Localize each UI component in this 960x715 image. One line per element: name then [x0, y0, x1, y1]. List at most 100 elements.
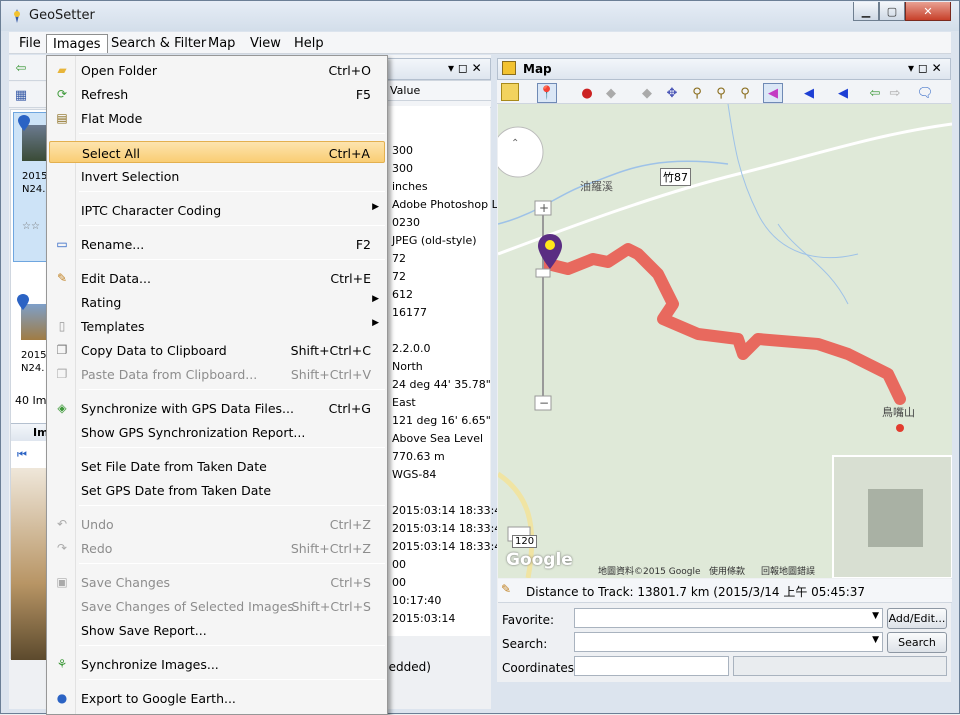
coordinates-field[interactable]	[574, 656, 729, 676]
thumbnail-item-1[interactable]: 2015 N24. ☆☆	[13, 112, 49, 262]
panel-controls-icon[interactable]: ▾ ◻ ✕	[908, 61, 942, 75]
menu-item-open-folder[interactable]: ▰ Open Folder Ctrl+O	[49, 59, 385, 81]
favorite-dropdown[interactable]: ▼	[574, 608, 883, 628]
back-arrow-icon[interactable]: ⇦	[11, 58, 31, 78]
view-mode-icon[interactable]: ▦	[11, 85, 31, 105]
menu-item-label: Show Save Report...	[81, 623, 207, 638]
zoom-icon[interactable]: ⚲	[735, 83, 755, 103]
property-value: 2.2.0.0	[392, 342, 431, 355]
comment-icon[interactable]: 🗨	[915, 83, 935, 103]
minimize-button[interactable]: ▁	[853, 2, 879, 21]
menu-item-label: Flat Mode	[81, 111, 143, 126]
menu-separator	[79, 133, 385, 134]
menu-item-show-gps-synchronization-report[interactable]: Show GPS Synchronization Report...	[49, 421, 385, 443]
menu-item-refresh[interactable]: ⟳ Refresh F5	[49, 83, 385, 105]
menu-item-set-gps-date-from-taken-date[interactable]: Set GPS Date from Taken Date	[49, 479, 385, 501]
property-value: 00	[392, 576, 406, 589]
menu-item-invert-selection[interactable]: Invert Selection	[49, 165, 385, 187]
paste-icon: ❐	[56, 367, 68, 381]
highway-shield: 120	[512, 535, 538, 548]
menu-item-show-save-report[interactable]: Show Save Report...	[49, 619, 385, 641]
menu-item-label: Synchronize Images...	[81, 657, 219, 672]
distance-text: Distance to Track: 13801.7 km (2015/3/14…	[526, 585, 866, 599]
marker-pin-icon[interactable]: 📍	[537, 83, 557, 103]
locate-icon[interactable]: ⚲	[687, 83, 707, 103]
menu-separator	[79, 645, 385, 646]
menu-search-filter[interactable]: Search & Filter	[105, 34, 212, 53]
menu-item-shortcut: Shift+Ctrl+V	[290, 367, 371, 382]
folder-icon: ▰	[57, 63, 67, 77]
zoom-slider-thumb[interactable]	[535, 268, 551, 278]
search-map-icon[interactable]: ⚲	[711, 83, 731, 103]
menu-item-synchronize-with-gps-data-files[interactable]: ◈ Synchronize with GPS Data Files... Ctrl+…	[49, 397, 385, 419]
menu-item-select-all[interactable]: Select All Ctrl+A	[49, 141, 385, 163]
menu-map[interactable]: Map	[202, 34, 241, 53]
menu-item-iptc-character-coding[interactable]: IPTC Character Coding ▶	[49, 199, 385, 221]
map-toolbar: 📍 ● ◆ ◆ ✥ ⚲ ⚲ ⚲ ◀ ◀ ◀ ⇦ ⇨ 🗨	[497, 80, 951, 104]
menu-item-label: Set GPS Date from Taken Date	[81, 483, 272, 498]
menu-item-synchronize-images[interactable]: ⚘ Synchronize Images...	[49, 653, 385, 675]
prev-track-icon[interactable]: ◀	[799, 83, 819, 103]
menu-item-label: Save Changes of Selected Images	[81, 599, 294, 614]
nav-forward-icon[interactable]: ⇨	[885, 83, 905, 103]
summit-marker-icon	[896, 424, 904, 432]
map-type-icon[interactable]	[501, 83, 519, 101]
menu-item-rename[interactable]: ▭ Rename... F2	[49, 233, 385, 255]
menu-separator	[79, 505, 385, 506]
menu-images[interactable]: Images	[46, 34, 108, 53]
pencil-icon[interactable]: ✎	[501, 582, 511, 596]
overview-viewport[interactable]	[868, 489, 923, 547]
menu-view[interactable]: View	[244, 34, 287, 53]
search-button[interactable]: Search	[887, 632, 947, 653]
submenu-arrow-icon: ▶	[372, 294, 379, 304]
set-pin-icon[interactable]: ◆	[601, 83, 621, 103]
terms-link[interactable]: 使用條款	[709, 564, 745, 577]
track-color-icon[interactable]: ◀	[763, 83, 783, 103]
menu-item-shortcut: Ctrl+E	[330, 271, 371, 286]
property-value: inches	[392, 180, 428, 193]
menu-item-label: Templates	[81, 319, 145, 334]
menu-file[interactable]: File	[13, 34, 47, 53]
report-error-link[interactable]: 回報地圖錯誤	[761, 564, 815, 577]
maximize-button[interactable]: ▢	[879, 2, 905, 21]
property-value: 72	[392, 252, 406, 265]
menu-item-templates[interactable]: ▯ Templates ▶	[49, 315, 385, 337]
property-value: WGS-84	[392, 468, 437, 481]
next-track-icon[interactable]: ◀	[833, 83, 853, 103]
menu-item-export-to-google-earth[interactable]: ● Export to Google Earth...	[49, 687, 385, 709]
menu-item-label: Redo	[81, 541, 113, 556]
red-pin-icon[interactable]: ●	[577, 83, 597, 103]
image-count: 40 Im	[15, 394, 47, 407]
menu-item-set-file-date-from-taken-date[interactable]: Set File Date from Taken Date	[49, 455, 385, 477]
menu-item-rating[interactable]: Rating ▶	[49, 291, 385, 313]
menu-item-flat-mode[interactable]: ▤ Flat Mode	[49, 107, 385, 129]
property-value: 770.63 m	[392, 450, 445, 463]
menu-item-edit-data[interactable]: ✎ Edit Data... Ctrl+E	[49, 267, 385, 289]
panel-controls-icon[interactable]: ▾ ◻ ✕	[448, 61, 482, 75]
nav-back-icon[interactable]: ⇦	[865, 83, 885, 103]
refresh-icon: ⟳	[56, 87, 68, 101]
menu-separator	[79, 259, 385, 260]
first-page-icon[interactable]: ⏮	[17, 448, 27, 462]
copy-icon: ❐	[56, 343, 68, 357]
search-dropdown[interactable]: ▼	[574, 632, 883, 652]
menu-item-copy-data-to-clipboard[interactable]: ❐ Copy Data to Clipboard Shift+Ctrl+C	[49, 339, 385, 361]
value-column-header: Value	[390, 84, 421, 97]
map-panel-header: Map ▾ ◻ ✕	[497, 58, 951, 80]
remove-pin-icon[interactable]: ◆	[637, 83, 657, 103]
menu-help[interactable]: Help	[288, 34, 330, 53]
property-value: JPEG (old-style)	[392, 234, 477, 247]
properties-values: 300 300 inches Adobe Photoshop Li 0230 JPEG (…	[388, 106, 501, 636]
submenu-arrow-icon: ▶	[372, 318, 379, 328]
map-view[interactable]: ⌃ + − 油羅溪 竹87 120 鳥嘴山 Google 地圖資料©2015 G…	[498, 104, 952, 578]
thumbnail-item-2[interactable]: 2015 N24.	[13, 292, 49, 382]
google-logo: Google	[506, 550, 573, 570]
sync-images-icon: ⚘	[56, 657, 68, 671]
add-edit-button[interactable]: Add/Edit...	[887, 608, 947, 629]
geotag-pin-icon	[17, 294, 29, 310]
cluster-icon[interactable]: ✥	[662, 83, 682, 103]
menu-item-label: Export to Google Earth...	[81, 691, 236, 706]
close-button[interactable]: ✕	[905, 2, 951, 21]
pan-control[interactable]	[498, 126, 544, 178]
rating-stars-icon[interactable]: ☆☆	[22, 221, 40, 232]
